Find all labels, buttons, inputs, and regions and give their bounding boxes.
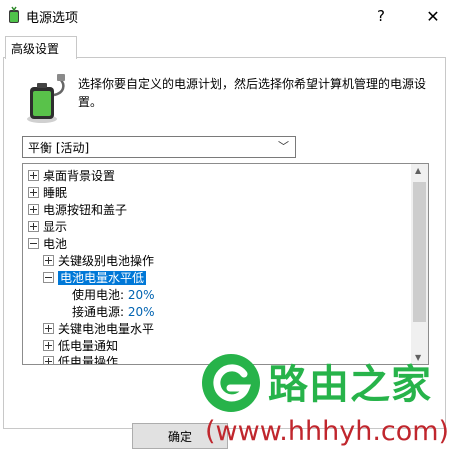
expand-icon[interactable] (43, 356, 54, 364)
tree-item-low-battery-level[interactable]: 电池电量水平低 (43, 270, 147, 286)
tree-item-battery[interactable]: 电池 (28, 236, 67, 252)
tree-item-sleep[interactable]: 睡眠 (28, 185, 67, 201)
tree-item-label: 电池 (43, 237, 68, 251)
tree-item-label: 低电量操作 (58, 355, 119, 365)
scrollbar-thumb[interactable] (413, 182, 426, 322)
tree-item-label: 关键电池电量水平 (58, 322, 155, 336)
tree-item-label: 电源按钮和盖子 (43, 203, 128, 217)
tree-item-desktop-background[interactable]: 桌面背景设置 (28, 168, 115, 184)
expand-icon[interactable] (28, 170, 39, 181)
watermark-url: (www.hhhyh.com) (205, 416, 450, 447)
close-button[interactable]: ✕ (420, 3, 446, 29)
tree-item-label: 桌面背景设置 (43, 169, 116, 183)
title-bar: 电源选项 ? ✕ (0, 0, 451, 32)
battery-plug-icon (27, 74, 65, 123)
tab-advanced-settings[interactable]: 高级设置 (5, 36, 77, 59)
tree-item-critical-battery-action[interactable]: 关键级别电池操作 (43, 253, 154, 269)
window-title: 电源选项 (26, 11, 79, 26)
expand-icon[interactable] (28, 187, 39, 198)
tree-scrollbar[interactable]: ▲ ▼ (411, 164, 428, 364)
tree-item-low-battery-notification[interactable]: 低电量通知 (43, 338, 118, 354)
setting-value-link[interactable]: 20% (128, 305, 155, 319)
collapse-icon[interactable] (43, 272, 54, 283)
tree-item-label: 睡眠 (43, 186, 68, 200)
expand-icon[interactable] (43, 323, 54, 334)
scroll-up-arrow-icon[interactable]: ▲ (415, 166, 421, 175)
help-button[interactable]: ? (368, 3, 394, 29)
expand-icon[interactable] (43, 340, 54, 351)
power-plan-value: 平衡 [活动] (28, 141, 90, 155)
tree-item-label: 关键级别电池操作 (58, 254, 155, 268)
chevron-down-icon: ﹀ (278, 140, 289, 153)
expand-icon[interactable] (28, 204, 39, 215)
power-options-icon (9, 6, 19, 23)
tree-item-label: 低电量通知 (58, 339, 119, 353)
setting-value-link[interactable]: 20% (128, 288, 155, 302)
watermark-title: 路由之家 (268, 362, 432, 408)
tree-item-plugged-in[interactable]: 接通电源: 20% (72, 304, 155, 320)
watermark-logo (202, 354, 260, 412)
tree-item-label-selected: 电池电量水平低 (58, 271, 147, 285)
settings-tree[interactable]: 桌面背景设置 睡眠 电源按钮和盖子 显示 电池 关键级别电池操作 电池电量水平低… (22, 163, 429, 365)
setting-label: 使用电池: (72, 288, 125, 302)
tree-item-critical-battery-level[interactable]: 关键电池电量水平 (43, 321, 154, 337)
tree-item-label: 显示 (43, 220, 68, 234)
expand-icon[interactable] (43, 255, 54, 266)
collapse-icon[interactable] (28, 238, 39, 249)
setting-label: 接通电源: (72, 305, 125, 319)
expand-icon[interactable] (28, 221, 39, 232)
tab-label: 高级设置 (11, 42, 60, 56)
description-text: 选择你要自定义的电源计划，然后选择你希望计算机管理的电源设置。 (78, 77, 427, 109)
tree-item-low-battery-action[interactable]: 低电量操作 (43, 354, 119, 365)
tree-item-on-battery[interactable]: 使用电池: 20% (72, 287, 155, 303)
tree-item-power-buttons[interactable]: 电源按钮和盖子 (28, 202, 127, 218)
power-plan-select[interactable]: 平衡 [活动] ﹀ (22, 136, 296, 158)
tree-item-display[interactable]: 显示 (28, 219, 67, 235)
